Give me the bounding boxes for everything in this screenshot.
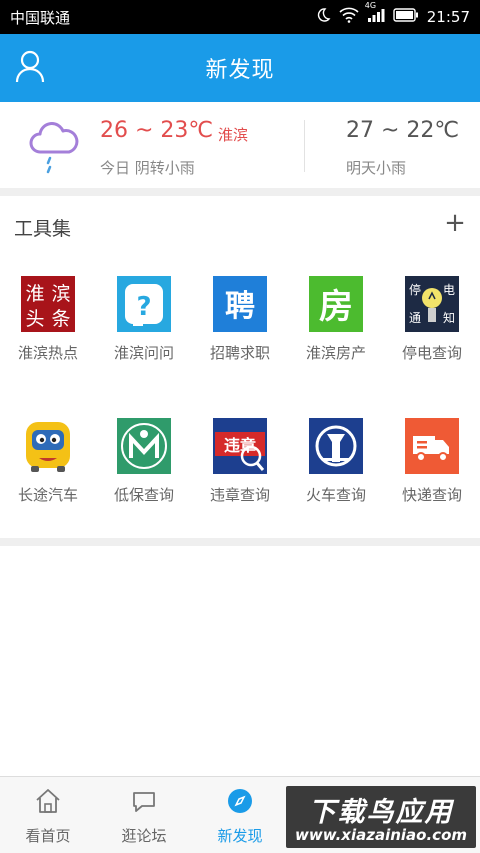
signal-icon: 4G (365, 1, 385, 27)
tab-forum[interactable]: 逛论坛 (96, 777, 192, 853)
tomorrow-description: 明天小雨 (346, 159, 407, 177)
icon-text-3: 通 (409, 311, 421, 325)
bus-icon (21, 418, 75, 474)
delivery-truck-icon (405, 418, 459, 474)
tab-home[interactable]: 看首页 (0, 777, 96, 853)
icon-text-1: 淮 (25, 283, 44, 305)
tool-item-delivery[interactable]: 快递查询 (384, 418, 480, 528)
section-divider (0, 188, 480, 196)
tab-discover[interactable]: 新发现 (192, 777, 288, 853)
cloud-rain-icon (28, 116, 80, 176)
status-bar: 中国联通 4G 21:57 (0, 0, 480, 34)
svg-text:?: ? (136, 292, 151, 322)
tool-item-power-outage[interactable]: 停 电 通 知 停电查询 (384, 276, 480, 386)
tool-item-huaibin-news[interactable]: 淮 滨 头 条 淮滨热点 (0, 276, 96, 386)
tab-label: 逛论坛 (121, 827, 167, 845)
tool-item-bus[interactable]: 长途汽车 (0, 418, 96, 528)
wifi-icon (339, 7, 359, 27)
tools-title: 工具集 (14, 218, 72, 240)
user-icon[interactable] (14, 50, 46, 84)
icon-text: 违章 (224, 436, 256, 455)
today-temperature: 26 ~ 23℃ (100, 118, 214, 143)
train-icon (309, 418, 363, 474)
moon-icon (315, 7, 331, 27)
tool-label: 快递查询 (401, 486, 462, 504)
icon-text-4: 条 (51, 308, 70, 330)
tool-item-train[interactable]: 火车查询 (288, 418, 384, 528)
power-outage-icon: 停 电 通 知 (405, 276, 459, 332)
icon-text-2: 滨 (51, 283, 70, 305)
house-icon: 房 (309, 276, 363, 332)
tools-section: 工具集 + 淮 滨 头 条 淮滨热点 ? 淮滨问问 聘 招聘求职 房 淮滨房产 … (0, 196, 480, 538)
icon-text-2: 电 (443, 283, 455, 297)
today-description: 今日 阴转小雨 (100, 159, 195, 177)
watermark-logo: 下载鸟应用 www.xiazainiao.com (286, 786, 476, 848)
status-icons: 4G 21:57 (315, 1, 470, 27)
violation-icon: 违章 (213, 418, 267, 474)
compass-icon (226, 787, 254, 815)
carrier-label: 中国联通 (10, 8, 71, 27)
tool-item-violation[interactable]: 违章 违章查询 (192, 418, 288, 528)
icon-text: 房 (319, 287, 353, 327)
tool-label: 淮滨房产 (305, 344, 366, 362)
question-icon: ? (117, 276, 171, 332)
watermark-title: 下载鸟应用 (308, 797, 454, 828)
tool-label: 停电查询 (401, 344, 462, 362)
tool-label: 淮滨热点 (17, 344, 78, 362)
battery-icon (393, 8, 419, 26)
home-icon (34, 787, 62, 815)
tomorrow-temperature: 27 ~ 22℃ (346, 118, 460, 143)
icon-text-1: 停 (409, 282, 421, 297)
tool-label: 火车查询 (305, 486, 366, 504)
tool-label: 淮滨问问 (113, 344, 174, 362)
clock-label: 21:57 (426, 8, 470, 26)
tool-item-recruit[interactable]: 聘 招聘求职 (192, 276, 288, 386)
network-type-label: 4G (364, 1, 377, 10)
watermark-url: www.xiazainiao.com (294, 826, 468, 844)
app-header: 新发现 (0, 34, 480, 102)
tool-item-welfare[interactable]: 低保查询 (96, 418, 192, 528)
section-divider (0, 538, 480, 546)
tool-item-house[interactable]: 房 淮滨房产 (288, 276, 384, 386)
page-title: 新发现 (205, 58, 275, 83)
empty-area (0, 546, 480, 776)
chat-icon (130, 787, 158, 815)
recruit-icon: 聘 (213, 276, 267, 332)
tab-label: 看首页 (25, 827, 71, 845)
tool-item-huaibin-ask[interactable]: ? 淮滨问问 (96, 276, 192, 386)
weather-divider (304, 120, 305, 172)
tool-label: 低保查询 (113, 486, 174, 504)
tool-label: 违章查询 (209, 486, 270, 504)
tool-label: 招聘求职 (209, 344, 270, 362)
tab-label: 新发现 (217, 827, 263, 845)
weather-panel[interactable]: 26 ~ 23℃ 淮滨 今日 阴转小雨 27 ~ 22℃ 明天小雨 (0, 102, 480, 188)
tool-label: 长途汽车 (17, 486, 78, 504)
huaibin-news-icon: 淮 滨 头 条 (21, 276, 75, 332)
add-tool-button[interactable]: + (442, 208, 468, 238)
city-label: 淮滨 (218, 126, 249, 144)
icon-text: 聘 (225, 289, 255, 324)
icon-text-4: 知 (443, 311, 455, 325)
welfare-icon (117, 418, 171, 474)
icon-text-3: 头 (25, 308, 44, 330)
